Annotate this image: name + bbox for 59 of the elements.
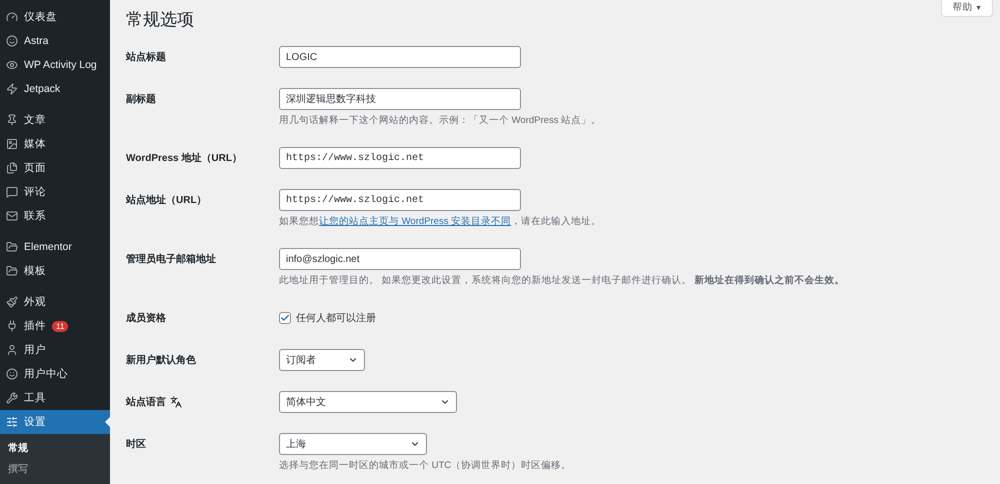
field-label: 站点地址（URL） bbox=[126, 194, 207, 207]
field-label: 站点标题 bbox=[126, 50, 166, 64]
plug-icon bbox=[6, 320, 18, 332]
select-field[interactable]: 上海 bbox=[279, 433, 427, 455]
text-field[interactable]: 深圳逻辑思数字科技 bbox=[279, 88, 521, 110]
field-label: 站点语言 bbox=[126, 395, 166, 409]
sidebar-item[interactable]: 插件 11 bbox=[0, 314, 110, 338]
settings-icon bbox=[6, 416, 18, 428]
text-field[interactable]: LOGIC bbox=[279, 46, 521, 68]
field-label: 时区 bbox=[126, 438, 146, 451]
submenu-item[interactable]: 常规 bbox=[0, 438, 110, 459]
folder-icon bbox=[6, 265, 18, 277]
submenu-item[interactable]: 撰写 bbox=[0, 459, 110, 480]
field-description: 选择与您在同一时区的城市或一个 UTC（协调世界时）时区偏移。 bbox=[279, 459, 572, 472]
sidebar-item[interactable]: WP Activity Log bbox=[0, 53, 110, 77]
mail-icon bbox=[6, 210, 18, 222]
count-badge: 11 bbox=[52, 320, 68, 332]
field-description: 如果您想让您的站点主页与 WordPress 安装目录不同，请在此输入地址。 bbox=[279, 215, 602, 228]
text-field[interactable]: info@szlogic.net bbox=[279, 248, 521, 270]
field-label: 成员资格 bbox=[126, 312, 166, 325]
description-link[interactable]: 让您的站点主页与 WordPress 安装目录不同 bbox=[319, 216, 512, 227]
text-field[interactable]: https://www.szlogic.net bbox=[279, 147, 521, 169]
sidebar-item[interactable]: 用户中心 bbox=[0, 362, 110, 386]
checkbox[interactable] bbox=[279, 312, 291, 324]
eye-icon bbox=[6, 59, 18, 71]
pages-icon bbox=[6, 162, 18, 174]
sidebar-item[interactable]: 工具 bbox=[0, 386, 110, 410]
sidebar-item[interactable]: 设置 bbox=[0, 410, 110, 434]
field-label: 新用户默认角色 bbox=[126, 353, 196, 367]
sidebar-item[interactable]: 媒体 bbox=[0, 132, 110, 156]
user-icon bbox=[6, 344, 18, 356]
brush-icon bbox=[6, 296, 18, 308]
select-field[interactable]: 订阅者 bbox=[279, 349, 365, 371]
media-icon bbox=[6, 138, 18, 150]
sidebar-item[interactable]: 用户 bbox=[0, 338, 110, 362]
page-title: 常规选项 bbox=[126, 9, 195, 31]
field-label: 副标题 bbox=[126, 92, 156, 106]
sidebar-item[interactable]: 模板 bbox=[0, 259, 110, 283]
sidebar-item[interactable]: 外观 bbox=[0, 290, 110, 314]
sidebar-item[interactable]: 页面 bbox=[0, 156, 110, 180]
gauge-icon bbox=[6, 11, 18, 23]
sidebar-item[interactable]: 文章 bbox=[0, 108, 110, 132]
checkbox-label: 任何人都可以注册 bbox=[296, 312, 376, 325]
sidebar-item[interactable]: 联系 bbox=[0, 204, 110, 228]
sidebar-item[interactable]: 仪表盘 bbox=[0, 5, 110, 29]
sidebar-item[interactable]: Astra bbox=[0, 29, 110, 53]
wrench-icon bbox=[6, 392, 18, 404]
sidebar-item[interactable]: Elementor bbox=[0, 235, 110, 259]
text-field[interactable]: https://www.szlogic.net bbox=[279, 189, 521, 211]
field-description: 用几句话解释一下这个网站的内容。示例：「又一个 WordPress 站点」。 bbox=[279, 114, 602, 127]
field-label: WordPress 地址（URL） bbox=[126, 152, 242, 165]
comment-icon bbox=[6, 186, 18, 198]
pin-icon bbox=[6, 114, 18, 126]
field-label: 管理员电子邮箱地址 bbox=[126, 252, 216, 266]
sidebar-item[interactable]: Jetpack bbox=[0, 77, 110, 101]
bolt-icon bbox=[6, 83, 18, 95]
sidebar-item[interactable]: 评论 bbox=[0, 180, 110, 204]
select-field[interactable]: 简体中文 bbox=[279, 391, 457, 413]
field-description: 此地址用于管理目的。 如果您更改此设置，系统将向您的新地址发送一封电子邮件进行确认。 新地址在得到确认之前不会生效。 bbox=[279, 274, 844, 287]
